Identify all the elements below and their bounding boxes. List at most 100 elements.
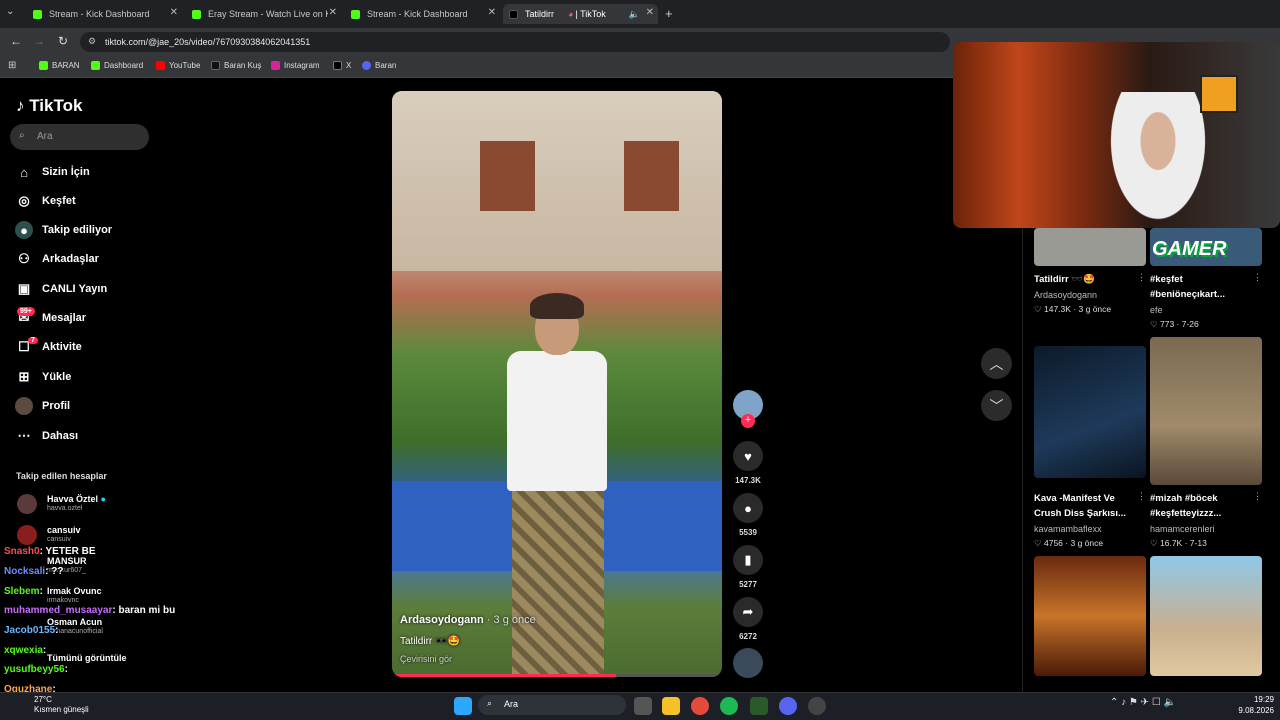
following-icon: ●: [15, 221, 33, 239]
card-author[interactable]: Ardasoydogann: [1034, 290, 1097, 300]
save-button[interactable]: ▮: [733, 545, 763, 575]
following-account[interactable]: Havva Öztel ● havva.oztel: [47, 494, 106, 512]
next-video-button[interactable]: ﹀: [981, 390, 1012, 421]
close-icon[interactable]: ✕: [170, 7, 178, 18]
close-icon[interactable]: ✕: [488, 7, 496, 18]
following-account[interactable]: Irmak Ovunc irmakovnc: [47, 586, 102, 604]
forward-icon[interactable]: →: [33, 34, 45, 48]
card-meta: ♡ 4756 · 3 g önce: [1034, 538, 1104, 548]
chat-message: muhammed_musaayar: baran mi bu: [4, 605, 176, 616]
nav-profile[interactable]: Profil: [15, 397, 70, 415]
weather-widget[interactable]: 27°C Kısmen güneşli: [14, 695, 89, 715]
new-tab-button[interactable]: +: [665, 6, 673, 21]
card-author[interactable]: efe: [1150, 305, 1163, 315]
tab-tiktok[interactable]: Tatildirr ◕ | TikTok 🔈 ✕: [503, 4, 658, 24]
bookmark-youtube[interactable]: YouTube: [156, 61, 200, 70]
nav-for-you[interactable]: ⌂ Sizin İçin: [15, 163, 90, 181]
see-all-link[interactable]: Tümünü görüntüle: [47, 653, 126, 663]
bookmark-dashboard[interactable]: Dashboard: [91, 61, 143, 70]
video-thumbnail[interactable]: [1034, 556, 1146, 676]
follow-plus-icon[interactable]: +: [741, 414, 755, 428]
chevron-down-icon: ﹀: [989, 397, 1004, 414]
tab-kick-dashboard-1[interactable]: Stream - Kick Dashboard ✕: [27, 4, 182, 24]
window-shape: [624, 141, 679, 211]
bookmark-baran[interactable]: BARAN: [39, 61, 80, 70]
app-icon[interactable]: [750, 697, 768, 715]
webcam-overlay: [953, 42, 1280, 228]
video-thumbnail[interactable]: GAMER: [1150, 228, 1262, 266]
nav-explore[interactable]: ◎ Keşfet: [15, 192, 75, 210]
card-author[interactable]: kavamambaflexx: [1034, 524, 1102, 534]
bookmark-x[interactable]: X: [333, 61, 351, 70]
chat-message: Slebem:: [4, 586, 43, 597]
nav-following[interactable]: ● Takip ediliyor: [15, 221, 112, 239]
nav-upload[interactable]: ⊞ Yükle: [15, 368, 72, 386]
video-author[interactable]: Ardasoydogann · 3 g önce: [400, 614, 536, 626]
nav-activity[interactable]: ☐ Aktivite: [15, 338, 82, 356]
more-options-icon[interactable]: ⋮: [1137, 491, 1146, 502]
card-title[interactable]: #mizah #böcek #keşfetteyizzz...: [1150, 491, 1255, 521]
video-thumbnail[interactable]: [1034, 228, 1146, 266]
close-icon[interactable]: ✕: [646, 7, 654, 18]
card-meta: ♡ 147.3K · 3 g önce: [1034, 304, 1112, 314]
bookmark-baran-kus[interactable]: Baran Kuş: [211, 61, 261, 70]
windows-start-icon[interactable]: [454, 697, 472, 715]
translate-link[interactable]: Çevirisini gör: [400, 654, 452, 664]
avatar[interactable]: [17, 494, 37, 514]
nav-friends[interactable]: ⚇ Arkadaşlar: [15, 250, 99, 268]
file-explorer-icon[interactable]: [662, 697, 680, 715]
heart-icon: ♥: [744, 448, 752, 464]
discord-icon[interactable]: [779, 697, 797, 715]
like-button[interactable]: ♥: [733, 441, 763, 471]
more-options-icon[interactable]: ⋮: [1253, 491, 1262, 502]
share-button[interactable]: ➦: [733, 597, 763, 627]
nav-live[interactable]: ▣ CANLI Yayın: [15, 280, 107, 298]
obs-icon[interactable]: [808, 697, 826, 715]
tab-audio-icon: ◕: [568, 9, 574, 19]
reload-icon[interactable]: ↻: [58, 34, 68, 48]
tab-kick-dashboard-2[interactable]: Stream - Kick Dashboard ✕: [345, 4, 500, 24]
video-thumbnail[interactable]: [1034, 346, 1146, 478]
tab-list-button[interactable]: ⌄: [6, 6, 14, 17]
search-icon: ⌕: [487, 698, 493, 708]
card-title[interactable]: Tatildirr 🕶️🤩: [1034, 272, 1139, 287]
video-thumbnail[interactable]: [1150, 337, 1262, 485]
taskbar-search[interactable]: ⌕ Ara: [478, 695, 626, 715]
close-icon[interactable]: ✕: [329, 7, 337, 18]
card-title[interactable]: Kava -Manifest Ve Crush Diss Şarkısı...: [1034, 491, 1139, 521]
more-options-icon[interactable]: ⋮: [1137, 272, 1146, 283]
messages-badge: 99+: [17, 307, 35, 316]
kick-icon: [91, 61, 100, 70]
tiktok-logo[interactable]: ♪ TikTok: [16, 96, 82, 116]
apps-icon[interactable]: ⊞: [8, 60, 16, 71]
avatar[interactable]: [17, 525, 37, 545]
kick-icon: [192, 9, 201, 19]
chrome-icon[interactable]: [691, 697, 709, 715]
tab-eray-stream[interactable]: Eray Stream - Watch Live on Kick ✕: [186, 4, 341, 24]
more-options-icon[interactable]: ⋮: [1253, 272, 1262, 283]
video-player[interactable]: [392, 91, 722, 677]
system-tray[interactable]: ⌃ ♪ ⚑ ✈ ☐ 🔈: [1110, 697, 1176, 708]
video-caption: Tatildirr 🕶️🤩: [400, 636, 460, 647]
card-author[interactable]: hamamcerenleri: [1150, 524, 1215, 534]
previous-video-button[interactable]: ︿: [981, 348, 1012, 379]
site-info-icon[interactable]: ⚙: [88, 36, 96, 47]
window-shape: [480, 141, 535, 211]
bookmark-instagram[interactable]: Instagram: [271, 61, 320, 70]
nav-more[interactable]: ⋯ Dahası: [15, 427, 79, 445]
tiktok-icon: [509, 9, 518, 19]
task-view-icon[interactable]: [634, 697, 652, 715]
spotify-icon[interactable]: [720, 697, 738, 715]
following-account[interactable]: cansuiv cansuiv: [47, 525, 81, 543]
sound-disc[interactable]: [733, 648, 763, 678]
back-icon[interactable]: ←: [10, 34, 22, 48]
card-title[interactable]: #keşfet #beniöneçıkart...: [1150, 272, 1255, 302]
search-input[interactable]: ⌕ Ara: [10, 124, 149, 150]
clock[interactable]: 19:29 9.08.2026: [1228, 694, 1274, 716]
speaker-icon[interactable]: 🔈: [629, 9, 640, 20]
comment-button[interactable]: ●: [733, 493, 763, 523]
video-thumbnail[interactable]: [1150, 556, 1262, 676]
address-bar[interactable]: ⚙ tiktok.com/@jae_20s/video/767093038406…: [80, 32, 950, 52]
bookmark-baran-2[interactable]: Baran: [362, 61, 396, 70]
progress-bar[interactable]: [392, 674, 722, 677]
